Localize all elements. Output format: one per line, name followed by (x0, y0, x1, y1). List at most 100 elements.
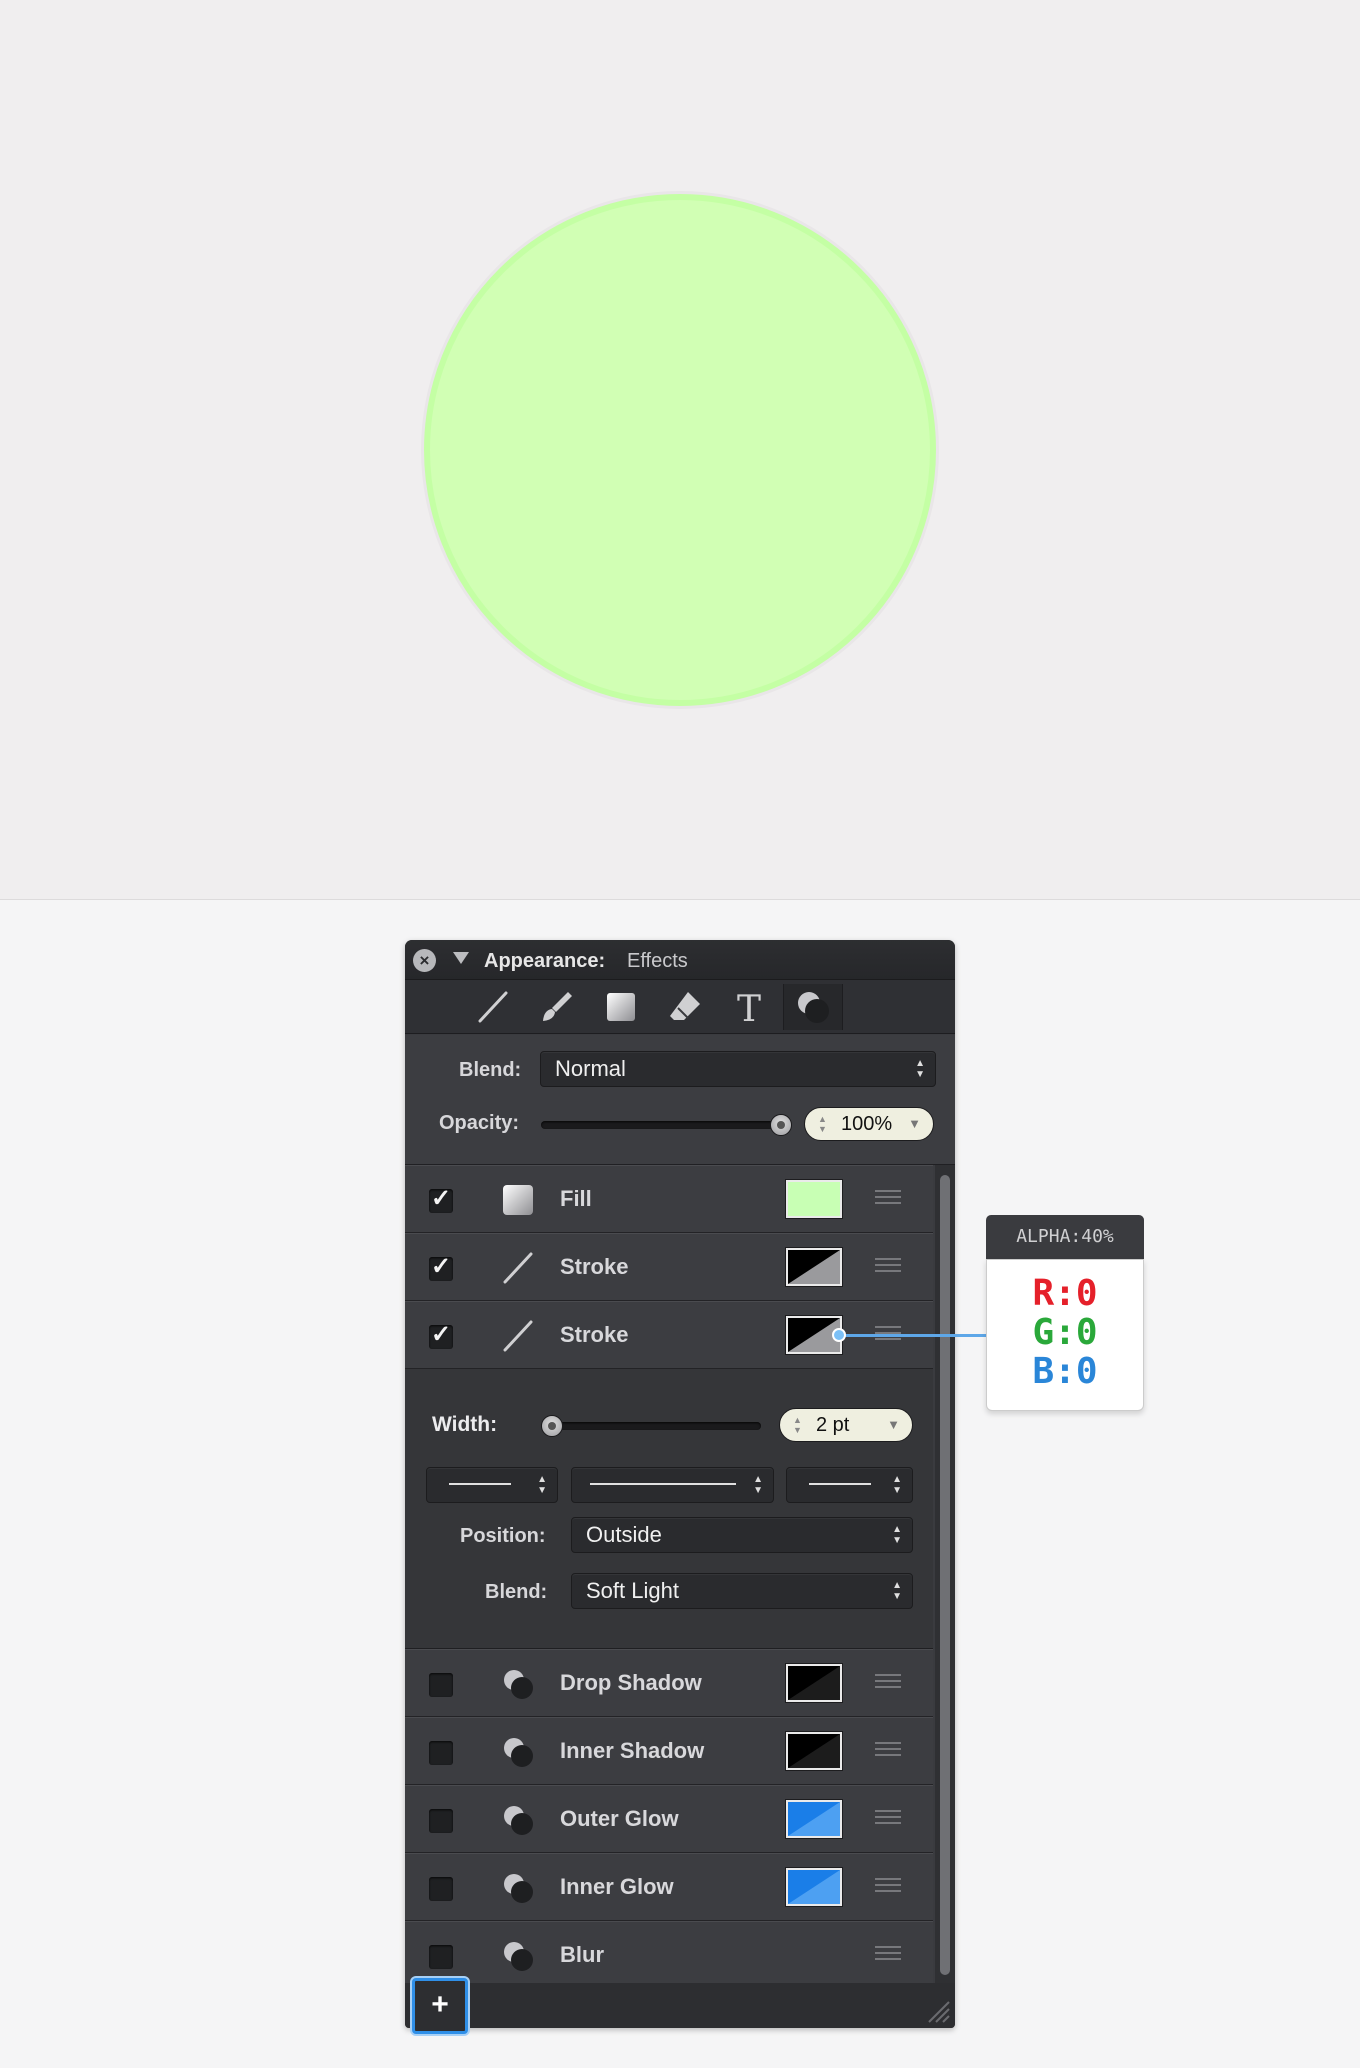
opacity-slider-track[interactable] (541, 1121, 781, 1129)
panel-titlebar: × Appearance: Effects (405, 940, 955, 980)
panel-title: Appearance: (484, 950, 606, 972)
inner-glow-color-swatch[interactable] (786, 1868, 842, 1906)
stroke-checkbox[interactable]: ✓ (429, 1323, 453, 1349)
disclosure-triangle-icon[interactable] (453, 952, 469, 964)
effect-icon (504, 1670, 533, 1699)
width-label: Width: (432, 1413, 498, 1436)
row-label: Stroke (560, 1254, 629, 1279)
tool-bar: T (405, 980, 955, 1034)
opacity-label: Opacity: (439, 1112, 520, 1134)
stroke-options: Width: ▲▼ 2 pt ▼ ▲▼ ▲▼ ▲▼ Position: (405, 1369, 933, 1649)
stepper-arrows-icon[interactable]: ▲ ▼ (793, 1415, 802, 1435)
line-style-icon (809, 1483, 871, 1485)
green-circle-shape[interactable] (424, 194, 936, 706)
drag-handle-icon[interactable] (875, 1946, 901, 1964)
inner-shadow-checkbox[interactable] (429, 1741, 453, 1765)
appearance-panel: × Appearance: Effects T Blend: Normal ▲ ▼… (405, 940, 955, 2028)
text-tool-icon[interactable]: T (719, 984, 779, 1030)
stepper-arrows-icon[interactable]: ▲ ▼ (818, 1114, 827, 1134)
row-label: Inner Glow (560, 1874, 674, 1899)
width-slider-track[interactable] (541, 1422, 761, 1430)
outer-glow-checkbox[interactable] (429, 1809, 453, 1833)
width-value: 2 pt (816, 1414, 850, 1436)
blend-opacity-section: Blend: Normal ▲ ▼ Opacity: ▲ ▼ 100% ▼ (405, 1035, 955, 1165)
drag-handle-icon[interactable] (875, 1258, 901, 1276)
list-item-stroke[interactable]: ✓ Stroke (405, 1233, 933, 1301)
line-style-icon (449, 1483, 511, 1485)
outer-glow-color-swatch[interactable] (786, 1800, 842, 1838)
select-arrows-icon: ▲ ▼ (753, 1474, 763, 1496)
chevron-down-icon[interactable]: ▼ (908, 1108, 921, 1140)
list-scrollbar[interactable] (935, 1165, 955, 1983)
row-label: Blur (560, 1942, 604, 1967)
start-cap-select[interactable]: ▲ ▼ (426, 1467, 558, 1503)
callout-anchor-dot (832, 1328, 846, 1342)
stroke-checkbox[interactable]: ✓ (429, 1255, 453, 1281)
chevron-down-icon[interactable]: ▼ (887, 1409, 900, 1441)
row-label: Stroke (560, 1322, 629, 1347)
drag-handle-icon[interactable] (875, 1190, 901, 1208)
svg-text:T: T (737, 989, 761, 1026)
row-label: Outer Glow (560, 1806, 679, 1831)
drag-handle-icon[interactable] (875, 1674, 901, 1692)
drag-handle-icon[interactable] (875, 1742, 901, 1760)
resize-grip-icon[interactable] (925, 1998, 951, 2024)
width-slider-knob[interactable] (541, 1415, 563, 1437)
scrollbar-thumb[interactable] (940, 1175, 950, 1975)
fill-checkbox[interactable]: ✓ (429, 1187, 453, 1213)
eraser-tool-icon[interactable] (655, 984, 715, 1030)
blur-checkbox[interactable] (429, 1945, 453, 1969)
panel-bottombar (405, 1983, 955, 2028)
blend-select[interactable]: Normal ▲ ▼ (540, 1051, 936, 1087)
effect-icon (504, 1806, 533, 1835)
brush-tool-icon[interactable] (527, 984, 587, 1030)
stroke-blend-select[interactable]: Soft Light ▲ ▼ (571, 1573, 913, 1609)
stroke-icon (503, 1320, 533, 1352)
inner-shadow-color-swatch[interactable] (786, 1732, 842, 1770)
list-item-fill[interactable]: ✓ Fill (405, 1165, 933, 1233)
drag-handle-icon[interactable] (875, 1878, 901, 1896)
stroke-color-swatch[interactable] (786, 1248, 842, 1286)
add-effect-button[interactable]: + (412, 1978, 468, 2034)
opacity-stepper[interactable]: ▲ ▼ 100% ▼ (804, 1107, 934, 1141)
select-arrows-icon: ▲ ▼ (892, 1580, 902, 1602)
row-label: Drop Shadow (560, 1670, 702, 1695)
select-arrows-icon: ▲ ▼ (915, 1058, 925, 1080)
fill-tool-icon[interactable] (591, 984, 651, 1030)
drop-shadow-checkbox[interactable] (429, 1673, 453, 1697)
list-item-blur[interactable]: Blur (405, 1921, 933, 1989)
list-item-inner-glow[interactable]: Inner Glow (405, 1853, 933, 1921)
stroke-tool-icon[interactable] (463, 984, 523, 1030)
width-stepper[interactable]: ▲ ▼ 2 pt ▼ (779, 1408, 913, 1442)
inner-glow-checkbox[interactable] (429, 1877, 453, 1901)
canvas[interactable] (0, 0, 1360, 900)
select-arrows-icon: ▲ ▼ (892, 1524, 902, 1546)
effects-tool-icon[interactable] (783, 984, 843, 1030)
dash-style-select[interactable]: ▲ ▼ (571, 1467, 774, 1503)
blend-select-value: Normal (555, 1056, 626, 1081)
row-label: Fill (560, 1186, 592, 1211)
panel-subtitle: Effects (627, 950, 688, 972)
fill-color-swatch[interactable] (786, 1180, 842, 1218)
select-arrows-icon: ▲ ▼ (537, 1474, 547, 1496)
stroke-blend-value: Soft Light (586, 1578, 679, 1603)
position-select-value: Outside (586, 1522, 662, 1547)
end-cap-select[interactable]: ▲ ▼ (786, 1467, 913, 1503)
effect-icon (504, 1942, 533, 1971)
line-style-icon (590, 1483, 736, 1485)
red-value: R:0 (1032, 1273, 1098, 1314)
position-label: Position: (460, 1525, 546, 1547)
close-icon[interactable]: × (413, 949, 436, 972)
list-item-inner-shadow[interactable]: Inner Shadow (405, 1717, 933, 1785)
opacity-slider-knob[interactable] (770, 1114, 792, 1136)
position-select[interactable]: Outside ▲ ▼ (571, 1517, 913, 1553)
appearance-list: ✓ Fill ✓ Stroke ✓ Stroke Width: ▲ ▼ 2 pt… (405, 1165, 933, 1989)
drag-handle-icon[interactable] (875, 1810, 901, 1828)
blue-value: B:0 (1032, 1351, 1098, 1392)
effect-icon (504, 1874, 533, 1903)
drop-shadow-color-swatch[interactable] (786, 1664, 842, 1702)
list-item-outer-glow[interactable]: Outer Glow (405, 1785, 933, 1853)
list-item-drop-shadow[interactable]: Drop Shadow (405, 1649, 933, 1717)
fill-icon (503, 1185, 533, 1215)
blend-label: Blend: (459, 1059, 522, 1081)
